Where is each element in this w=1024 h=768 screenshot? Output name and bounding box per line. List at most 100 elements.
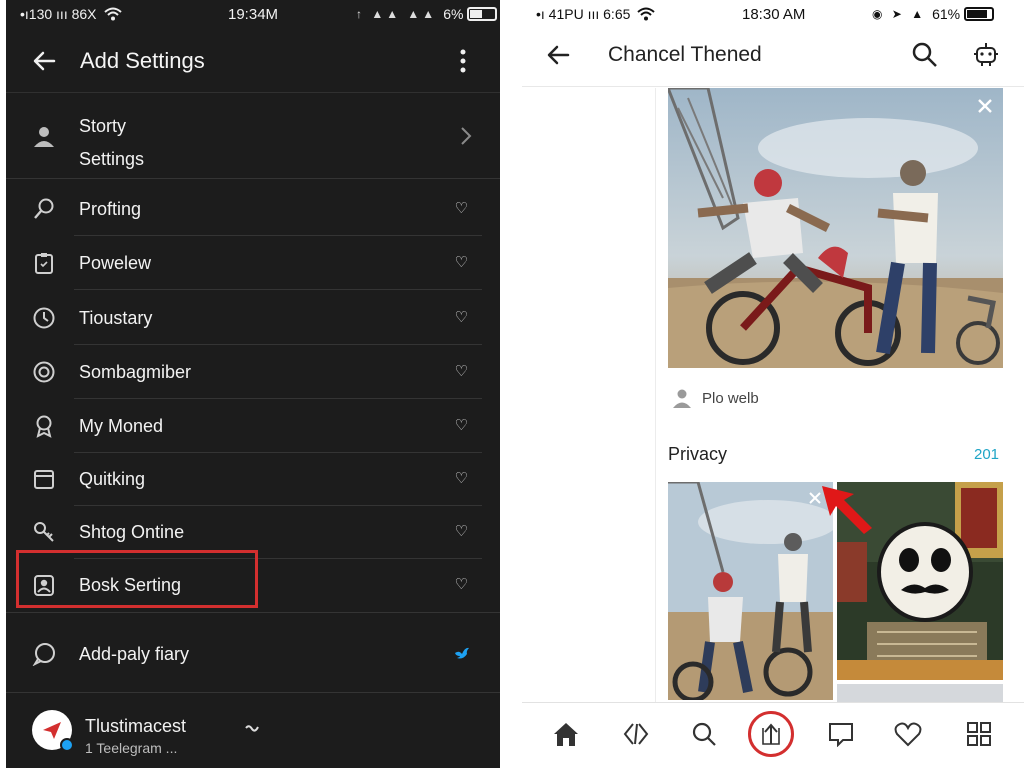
code-diamond-icon[interactable] [619, 717, 653, 751]
section-title: Privacy [668, 444, 728, 464]
squiggle-chevron-icon[interactable] [244, 724, 260, 734]
divider [6, 612, 500, 613]
clipboard-icon [32, 251, 56, 275]
appbar-divider [522, 86, 1024, 87]
settings-item-label: Sombagmiber [79, 362, 192, 382]
divider [74, 289, 482, 290]
paper-plane-icon [43, 722, 61, 739]
settings-item[interactable]: Sombagmiber ♡ [6, 346, 500, 398]
status-bar-left: •ı130 ııı 86X [20, 4, 123, 24]
chevron-right-icon [461, 127, 472, 145]
account-name: Tlustimacest [85, 716, 187, 736]
page-title: Add Settings [80, 48, 205, 73]
battery-percent: 61% [932, 6, 961, 22]
grid-photo[interactable] [837, 684, 1003, 702]
battery-icon [964, 7, 995, 21]
bottom-nav [522, 702, 1024, 768]
calendar-icon [32, 467, 56, 491]
search-icon [32, 197, 56, 221]
channel-screen: •ı 41PU ııı 6:65 18:30 AM ◉ ➤ ▲ 61% Chan… [522, 0, 1024, 768]
post-photo[interactable] [668, 88, 1003, 368]
divider [6, 178, 500, 179]
target-icon [32, 360, 56, 384]
settings-item-label: Shtog Ontine [79, 522, 185, 542]
battery-icon [467, 7, 498, 21]
clock-icon [32, 306, 56, 330]
heart-icon[interactable]: ♡ [455, 199, 468, 217]
signal-status: •ı 41PU ııı 6:65 [536, 6, 631, 22]
heart-icon[interactable]: ♡ [455, 362, 468, 380]
close-icon[interactable] [977, 98, 993, 114]
robot-icon[interactable] [972, 40, 1000, 68]
status-bar-right: ↑ ▲▲ ▲▲ 6% [356, 4, 498, 24]
settings-screen: •ı130 ııı 86X 19:34M ↑ ▲▲ ▲▲ 6% Add Sett… [6, 0, 500, 768]
message-icon[interactable] [824, 717, 858, 751]
settings-item-label: My Moned [79, 416, 164, 436]
page-title: Chancel Thened [608, 43, 762, 66]
heart-icon[interactable]: ♡ [455, 469, 468, 487]
person-icon [673, 389, 691, 408]
account-subtitle: 1 Teelegram ... [85, 740, 178, 756]
post-caption: Plo welb [702, 390, 759, 407]
search-icon[interactable] [912, 42, 938, 68]
bird-icon [455, 647, 469, 659]
person-icon [32, 124, 56, 148]
status-time: 19:34M [228, 5, 279, 23]
signal-status: •ı130 ııı 86X [20, 6, 97, 22]
battery-percent: 6% [443, 6, 464, 22]
settings-item[interactable]: Quitking ♡ [6, 453, 500, 505]
divider [6, 692, 500, 693]
heart-icon[interactable]: ♡ [455, 308, 468, 326]
upload-icon [762, 723, 780, 745]
heart-icon[interactable]: ♡ [455, 253, 468, 271]
settings-item[interactable]: Powelew ♡ [6, 237, 500, 289]
appbar-divider [6, 92, 500, 93]
heart-icon[interactable]: ♡ [455, 522, 468, 540]
grid-photo[interactable] [668, 482, 833, 700]
divider [74, 235, 482, 236]
settings-item-label: Quitking [79, 469, 146, 489]
settings-item-line2: Settings [79, 149, 145, 169]
settings-item-label: Powelew [79, 253, 152, 273]
app-bar: Add Settings [6, 36, 500, 88]
award-icon [32, 414, 56, 438]
status-time: 18:30 AM [742, 5, 806, 23]
settings-item-label: Storty Settings [79, 110, 144, 176]
settings-item-label: Tioustary [79, 308, 153, 328]
home-icon[interactable] [549, 717, 583, 751]
back-arrow-icon[interactable] [546, 44, 570, 66]
divider [74, 344, 482, 345]
settings-item[interactable]: Tioustary ♡ [6, 292, 500, 344]
status-bar-right: ◉ ➤ ▲ 61% [872, 4, 995, 24]
search-icon[interactable] [687, 717, 721, 751]
pointer-arrow-icon [822, 486, 872, 534]
status-icons: ◉ ➤ ▲ [872, 7, 927, 21]
heart-icon[interactable]: ♡ [455, 416, 468, 434]
settings-item-story[interactable]: Storty Settings [6, 100, 500, 172]
key-icon [32, 520, 56, 544]
settings-item[interactable]: Profting ♡ [6, 183, 500, 235]
avatar [32, 710, 74, 752]
settings-item-label: Add-paly fiary [79, 644, 190, 664]
settings-item-line1: Storty [79, 116, 127, 136]
account-row[interactable]: Tlustimacest 1 Teelegram ... [6, 704, 500, 764]
settings-item-add-paly-fiary[interactable]: Add-paly fiary [6, 630, 500, 678]
heart-icon[interactable] [891, 717, 925, 751]
chat-bubble-icon [32, 642, 56, 666]
highlight-box [16, 550, 258, 608]
verified-badge [60, 738, 74, 752]
settings-item[interactable]: My Moned ♡ [6, 400, 500, 452]
status-bar-left: •ı 41PU ııı 6:65 [536, 4, 656, 24]
status-icons: ↑ ▲▲ ▲▲ [356, 7, 438, 21]
more-options-icon[interactable] [458, 48, 468, 74]
grid-icon[interactable] [962, 717, 996, 751]
section-count[interactable]: 201 [974, 446, 999, 463]
wifi-icon [103, 7, 122, 21]
column-divider [655, 88, 656, 702]
wifi-icon [637, 7, 656, 21]
heart-icon[interactable]: ♡ [455, 575, 468, 593]
back-arrow-icon[interactable] [32, 50, 56, 72]
upload-button[interactable] [748, 711, 794, 757]
divider [74, 398, 482, 399]
settings-item-label: Profting [79, 199, 142, 219]
